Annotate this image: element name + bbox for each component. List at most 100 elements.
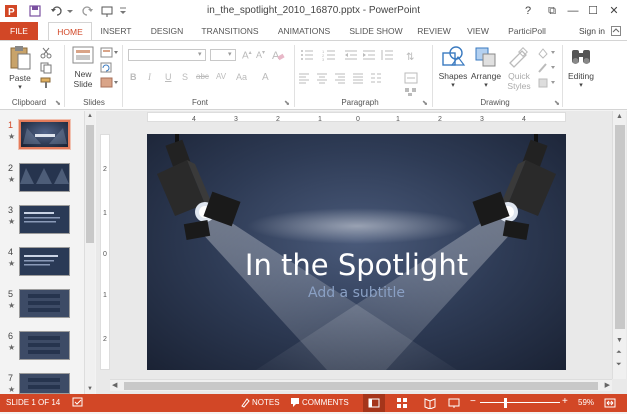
text-direction-icon[interactable]: ⇅ xyxy=(404,49,418,65)
tab-animations[interactable]: ANIMATIONS xyxy=(272,22,336,40)
scroll-up-icon[interactable]: ▲ xyxy=(87,113,93,119)
zoom-slider-thumb[interactable] xyxy=(504,398,507,408)
fit-slide-to-window-icon[interactable] xyxy=(604,397,616,411)
slide-thumbnail-3[interactable] xyxy=(19,205,70,234)
normal-view-button[interactable] xyxy=(363,394,385,412)
increase-font-size-icon[interactable]: A▴ xyxy=(242,49,252,61)
scrollbar-thumb[interactable] xyxy=(86,125,94,243)
font-launcher-icon[interactable]: ⬊ xyxy=(284,99,290,107)
collapse-ribbon-icon[interactable] xyxy=(611,26,621,38)
zoom-out-button[interactable]: − xyxy=(470,396,476,407)
italic-button[interactable]: I xyxy=(148,72,151,82)
line-spacing-icon[interactable] xyxy=(380,49,394,63)
align-text-icon[interactable] xyxy=(404,72,418,86)
vertical-ruler[interactable]: 2 1 0 1 2 xyxy=(100,134,110,370)
arrange-button[interactable]: Arrange ▾ xyxy=(470,45,502,97)
next-slide-icon[interactable]: ⏷ xyxy=(616,361,622,369)
tab-participoll[interactable]: ParticiPoll xyxy=(503,22,551,40)
tab-view[interactable]: VIEW xyxy=(462,22,494,40)
editing-button[interactable]: Editing ▾ xyxy=(564,45,598,97)
sign-in-link[interactable]: Sign in xyxy=(579,22,605,40)
font-size-dropdown[interactable] xyxy=(210,49,236,61)
slide-vertical-scrollbar[interactable]: ▲ ▼ ⏶ ⏷ xyxy=(612,111,626,379)
paragraph-launcher-icon[interactable]: ⬊ xyxy=(422,99,428,107)
slide-sorter-view-button[interactable] xyxy=(396,397,408,411)
help-button[interactable]: ? xyxy=(520,3,536,19)
font-name-dropdown[interactable] xyxy=(128,49,206,61)
paste-button[interactable]: Paste ▾ xyxy=(4,45,36,93)
slide-thumbnail-4[interactable] xyxy=(19,247,70,276)
underline-button[interactable]: U xyxy=(165,72,172,82)
columns-icon[interactable] xyxy=(370,72,382,86)
previous-slide-icon[interactable]: ⏶ xyxy=(616,349,622,357)
tab-home[interactable]: HOME xyxy=(48,22,92,40)
maximize-button[interactable]: ☐ xyxy=(585,3,601,19)
text-shadow-button[interactable]: S xyxy=(182,72,188,82)
slide-thumbnail-7[interactable] xyxy=(19,373,70,394)
justify-icon[interactable] xyxy=(352,72,364,86)
slide-thumbnail-2[interactable] xyxy=(19,163,70,192)
scroll-left-icon[interactable]: ◀ xyxy=(112,381,117,389)
format-painter-icon[interactable] xyxy=(40,77,52,91)
strikethrough-button[interactable]: abc xyxy=(196,72,209,81)
layout-icon[interactable] xyxy=(100,47,120,61)
clipboard-launcher-icon[interactable]: ⬊ xyxy=(55,99,61,107)
scrollbar-thumb[interactable] xyxy=(615,125,625,329)
new-slide-button[interactable]: New Slide xyxy=(68,45,98,95)
slide-subtitle-placeholder[interactable]: Add a subtitle xyxy=(147,285,566,301)
cut-icon[interactable] xyxy=(40,47,52,61)
clear-formatting-icon[interactable]: A xyxy=(271,48,285,64)
comments-icon[interactable] xyxy=(290,397,300,410)
drawing-launcher-icon[interactable]: ⬊ xyxy=(554,99,560,107)
slide-show-view-button[interactable] xyxy=(448,397,460,411)
minimize-button[interactable]: — xyxy=(565,3,581,19)
scroll-down-icon[interactable]: ▼ xyxy=(616,337,623,344)
slide-title-placeholder[interactable]: In the Spotlight xyxy=(147,248,566,282)
slide-thumbnail-5[interactable] xyxy=(19,289,70,318)
shape-effects-icon[interactable] xyxy=(537,77,557,91)
shape-outline-icon[interactable] xyxy=(537,62,557,76)
quick-styles-button[interactable]: Quick Styles xyxy=(504,45,534,101)
shapes-button[interactable]: Shapes ▾ xyxy=(437,45,469,97)
reading-view-button[interactable] xyxy=(424,397,436,411)
section-icon[interactable] xyxy=(100,77,120,91)
scroll-down-icon[interactable]: ▼ xyxy=(87,386,93,392)
thumbnail-scrollbar[interactable]: ▲ ▼ xyxy=(84,111,95,394)
decrease-indent-icon[interactable] xyxy=(344,49,358,63)
shape-fill-icon[interactable] xyxy=(537,47,557,61)
close-button[interactable]: ✕ xyxy=(606,3,622,19)
align-center-icon[interactable] xyxy=(316,72,328,86)
numbering-icon[interactable]: 123 xyxy=(322,49,336,63)
tab-file[interactable]: FILE xyxy=(0,22,38,40)
decrease-font-size-icon[interactable]: A▾ xyxy=(256,49,265,60)
bullets-icon[interactable] xyxy=(300,49,314,63)
tab-design[interactable]: DESIGN xyxy=(146,22,188,40)
reset-icon[interactable] xyxy=(100,62,112,76)
slide-thumbnail-1[interactable] xyxy=(18,119,71,150)
tab-slide-show[interactable]: SLIDE SHOW xyxy=(346,22,406,40)
slide-horizontal-scrollbar[interactable]: ◀ ▶ xyxy=(110,379,612,391)
zoom-slider-track[interactable] xyxy=(480,402,560,403)
scroll-up-icon[interactable]: ▲ xyxy=(616,113,623,120)
zoom-in-button[interactable]: + xyxy=(562,396,568,407)
change-case-button[interactable]: Aa xyxy=(236,72,247,82)
tab-transitions[interactable]: TRANSITIONS xyxy=(198,22,262,40)
tab-review[interactable]: REVIEW xyxy=(414,22,454,40)
copy-icon[interactable] xyxy=(40,62,52,76)
increase-indent-icon[interactable] xyxy=(362,49,376,63)
align-right-icon[interactable] xyxy=(334,72,346,86)
tab-insert[interactable]: INSERT xyxy=(96,22,136,40)
notes-button[interactable]: NOTES xyxy=(252,398,280,407)
comments-button[interactable]: COMMENTS xyxy=(302,398,349,407)
font-color-button[interactable]: A xyxy=(262,72,269,83)
align-left-icon[interactable] xyxy=(298,72,310,86)
ribbon-display-options-button[interactable]: ⧉ xyxy=(544,3,560,19)
slide-canvas[interactable]: In the Spotlight Add a subtitle xyxy=(147,134,566,370)
zoom-level[interactable]: 59% xyxy=(578,398,594,407)
smartart-icon[interactable] xyxy=(404,87,418,99)
horizontal-ruler[interactable]: 4 3 2 1 0 1 2 3 4 xyxy=(147,112,566,123)
spell-check-icon[interactable] xyxy=(72,397,84,410)
character-spacing-button[interactable]: AV xyxy=(216,72,226,81)
bold-button[interactable]: B xyxy=(130,72,137,82)
notes-icon[interactable] xyxy=(240,397,250,410)
